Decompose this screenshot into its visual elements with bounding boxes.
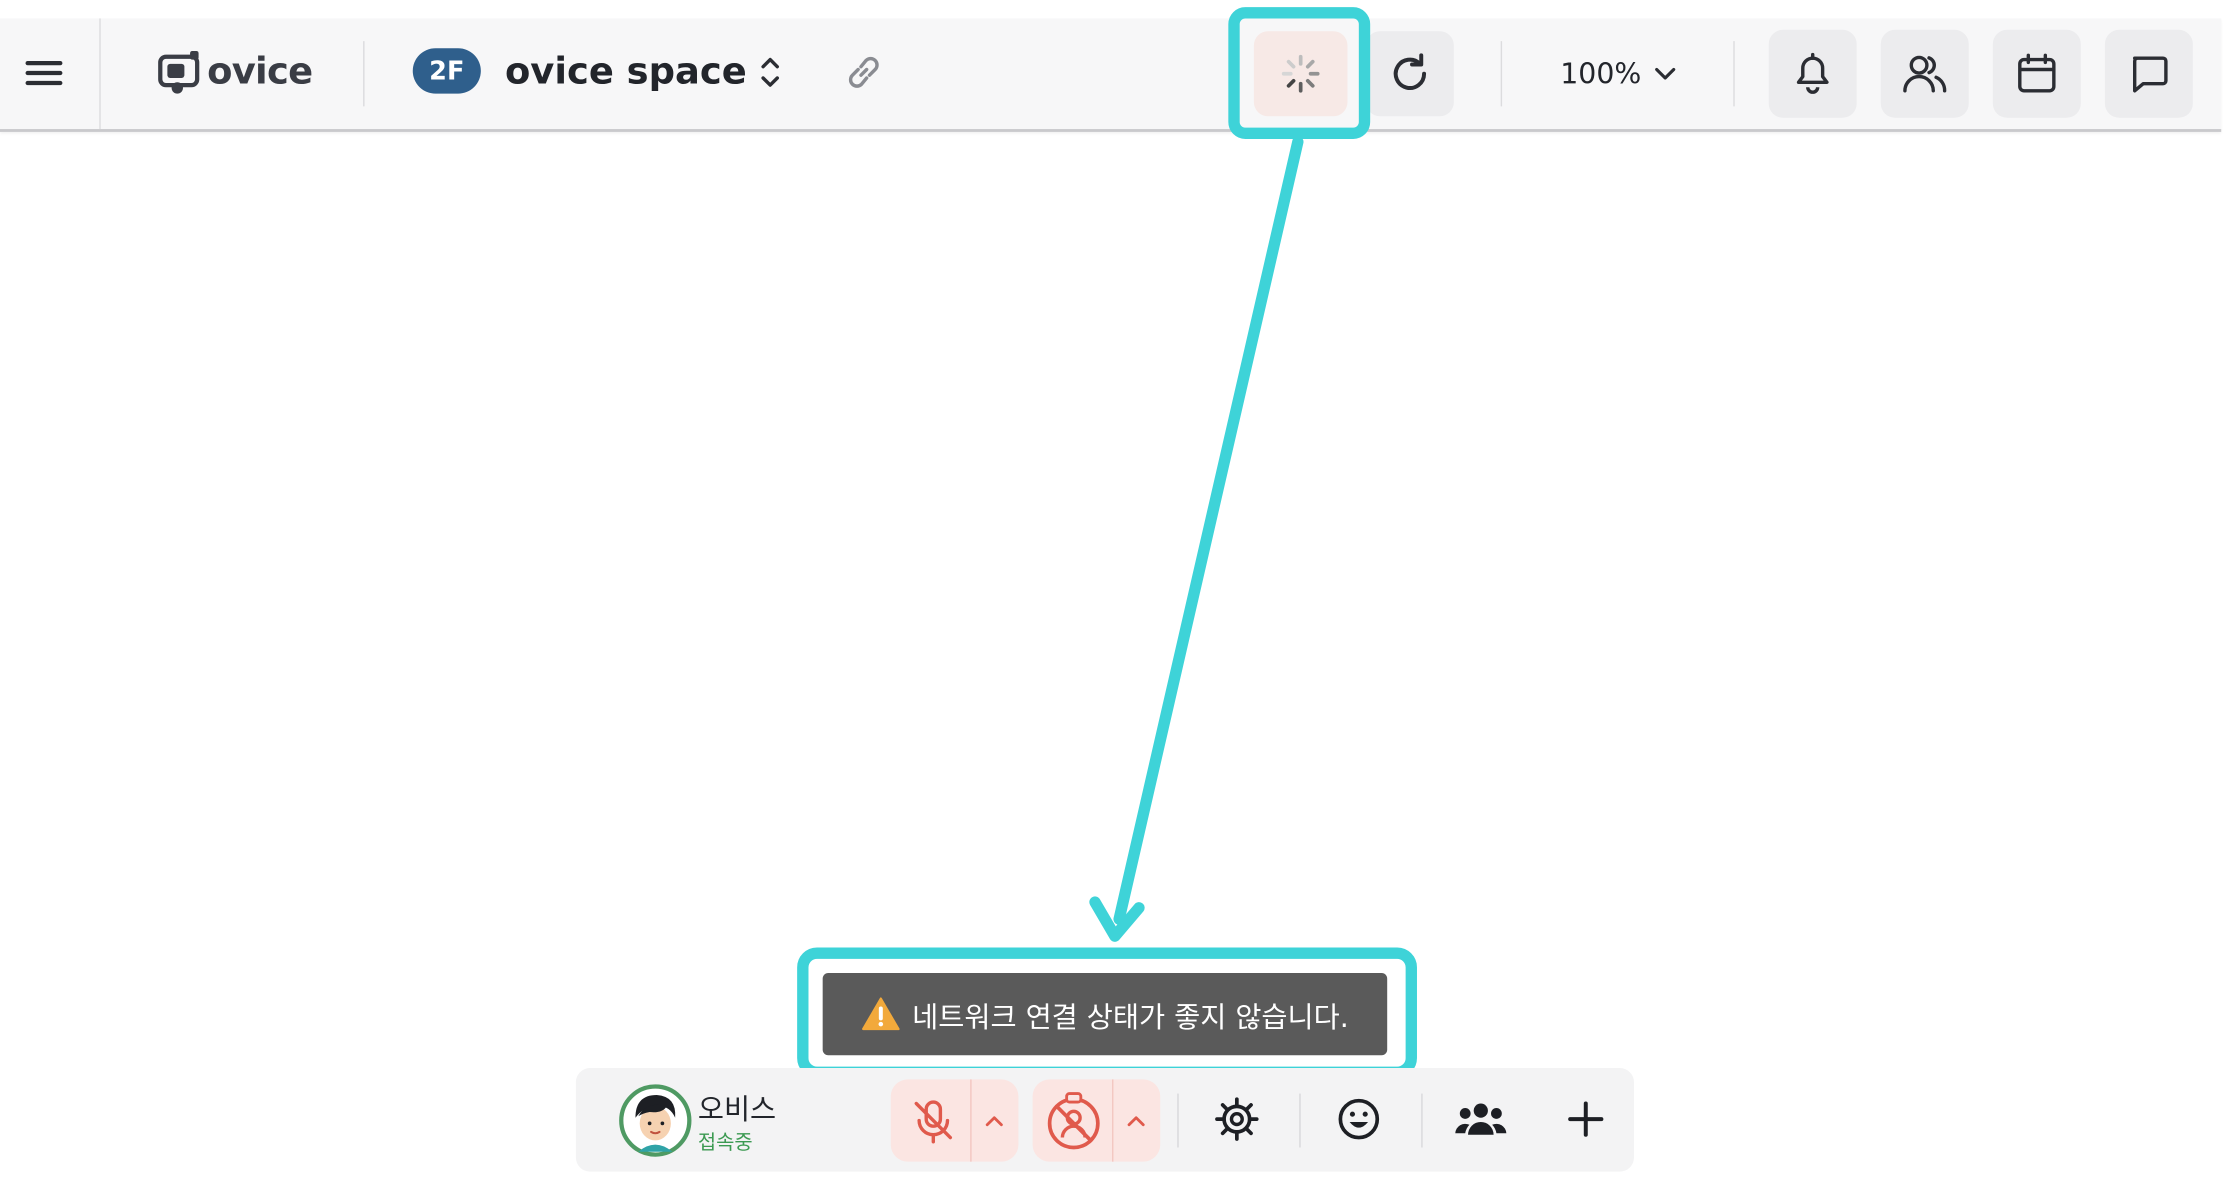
- mic-off-icon: [914, 1100, 953, 1144]
- settings-button[interactable]: [1208, 1091, 1265, 1148]
- group-button[interactable]: [1452, 1091, 1509, 1148]
- bottom-dock: 오비스 접속중: [575, 1068, 1634, 1172]
- ovice-app: ovice 2F ovice space 100% 네트워크 연결 상태가 좋지…: [0, 0, 2224, 1195]
- user-status: 접속중: [697, 1131, 753, 1155]
- plus-icon: [1568, 1101, 1604, 1137]
- camera-off-icon: [1047, 1092, 1100, 1150]
- mic-control: [890, 1079, 1019, 1162]
- smile-icon: [1338, 1098, 1380, 1140]
- toast-message: 네트워크 연결 상태가 좋지 않습니다.: [912, 999, 1349, 1034]
- divider: [1112, 1079, 1114, 1162]
- chevron-up-icon: [1127, 1116, 1145, 1127]
- add-button[interactable]: [1557, 1091, 1614, 1148]
- avatar[interactable]: [618, 1084, 692, 1158]
- mic-off-button[interactable]: [905, 1092, 962, 1149]
- divider: [970, 1079, 972, 1162]
- user-name: 오비스: [697, 1092, 777, 1127]
- divider: [1177, 1093, 1179, 1148]
- network-warning-toast: 네트워크 연결 상태가 좋지 않습니다.: [822, 973, 1388, 1056]
- group-icon: [1455, 1103, 1507, 1135]
- warning-icon: [862, 997, 900, 1031]
- divider: [1421, 1093, 1423, 1148]
- divider: [1299, 1093, 1301, 1148]
- camera-options-button[interactable]: [1121, 1099, 1152, 1142]
- reaction-button[interactable]: [1330, 1091, 1387, 1148]
- chevron-up-icon: [985, 1116, 1003, 1127]
- mic-options-button[interactable]: [979, 1099, 1010, 1142]
- camera-control: [1032, 1079, 1161, 1162]
- gear-icon: [1215, 1097, 1259, 1141]
- user-info: 오비스 접속중: [698, 1086, 776, 1156]
- camera-off-button[interactable]: [1041, 1088, 1106, 1153]
